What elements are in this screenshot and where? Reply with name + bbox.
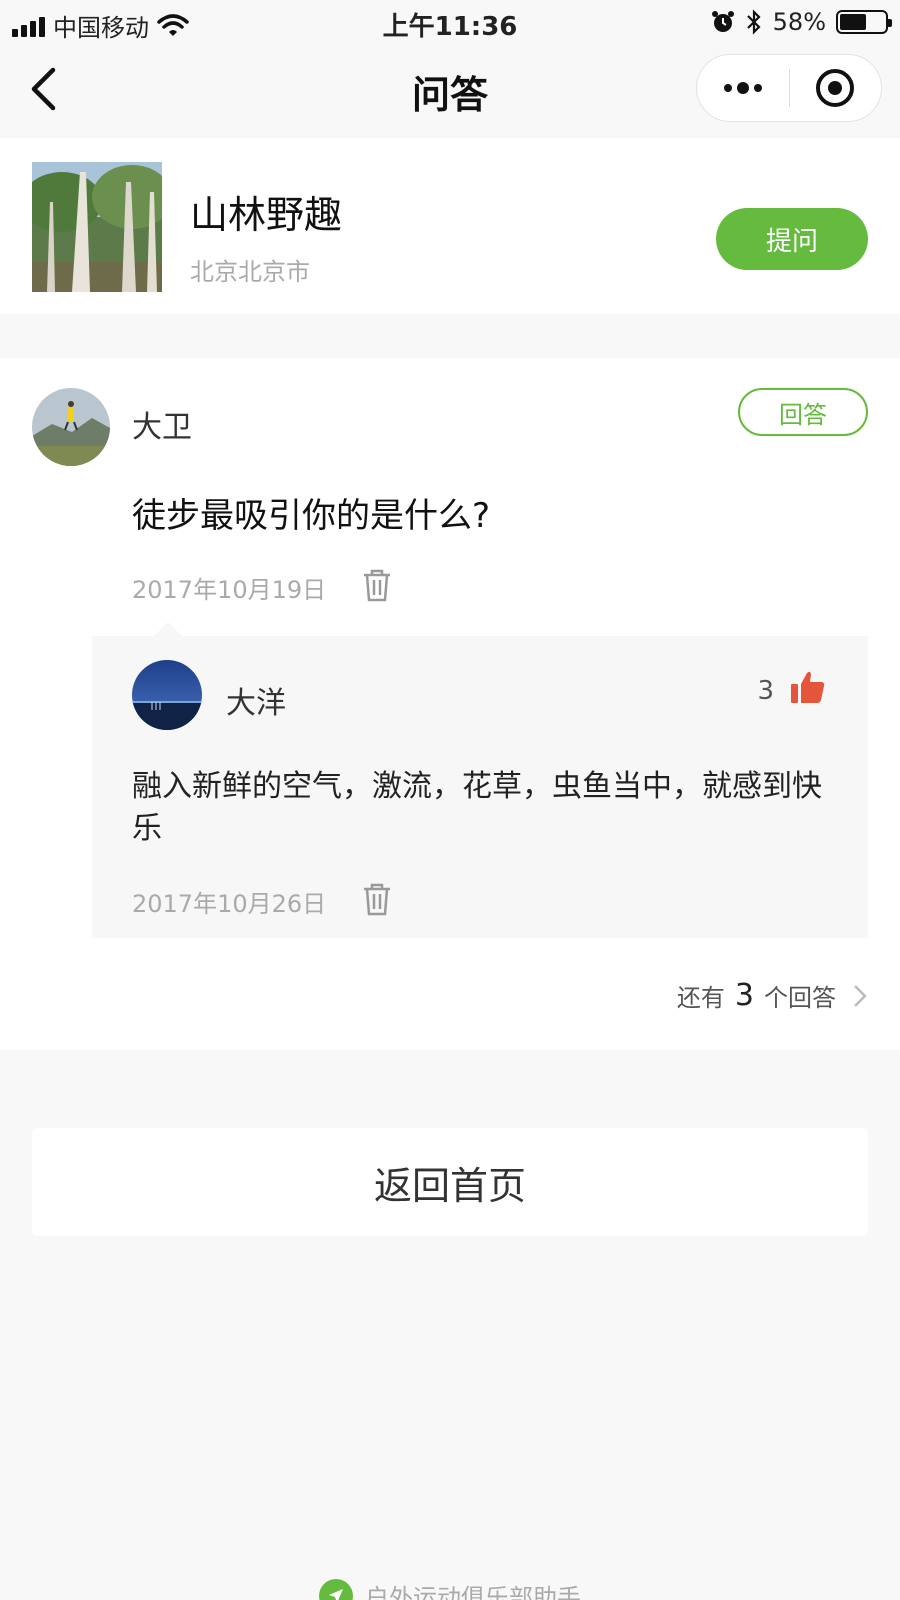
answer-item: 大洋 3 融入新鲜的空气，激流，花草，虫鱼当中，就感到快乐 2017年10月26… [92,622,868,938]
chevron-right-icon [854,984,867,1007]
like-count: 3 [757,676,774,706]
trash-icon[interactable] [362,568,392,602]
answer-text: 融入新鲜的空气，激流，花草，虫鱼当中，就感到快乐 [132,769,822,846]
question-date: 2017年10月19日 [132,576,327,604]
thumbs-up-icon[interactable] [790,670,826,704]
more-dots-icon [723,82,762,94]
bluetooth-icon [746,9,761,35]
send-icon [319,1578,353,1600]
question-card: 大卫 回答 徒步最吸引你的是什么? 2017年10月19日 大洋 3 融入新鲜的… [0,358,900,1050]
status-bar: 中国移动 上午11:36 58% [0,0,900,44]
answer-date: 2017年10月26日 [132,890,327,918]
status-bar-right: 58% [711,8,892,36]
club-header: 山林野趣 北京北京市 提问 [0,138,900,314]
answer-author: 大洋 [226,686,286,721]
club-name: 山林野趣 [190,193,343,237]
ask-question-button[interactable]: 提问 [716,208,868,270]
club-thumbnail[interactable] [32,162,162,292]
nav-bar: 问答 [0,44,900,136]
footer: 户外运动俱乐部助手 [0,1578,900,1600]
more-answers-suffix: 个回答 [764,984,836,1012]
capsule-menu [696,54,882,122]
trash-icon[interactable] [362,882,392,916]
close-miniprogram-button[interactable] [790,55,882,121]
footer-label: 户外运动俱乐部助手 [365,1584,581,1600]
home-button[interactable]: 返回首页 [32,1128,868,1236]
more-button[interactable] [697,55,789,121]
answer-button[interactable]: 回答 [738,388,868,436]
battery-percent: 58% [772,8,826,36]
avatar[interactable] [132,660,202,730]
target-icon [816,69,855,107]
more-answers-link[interactable]: 还有 3 个回答 [677,978,868,1013]
question-author: 大卫 [132,410,192,445]
club-city: 北京北京市 [190,258,310,286]
more-answers-count: 3 [734,978,754,1013]
avatar[interactable] [32,388,110,466]
more-answers-prefix: 还有 [676,984,725,1012]
alarm-icon [711,11,734,32]
battery-icon [836,10,892,34]
question-text: 徒步最吸引你的是什么? [132,496,491,536]
